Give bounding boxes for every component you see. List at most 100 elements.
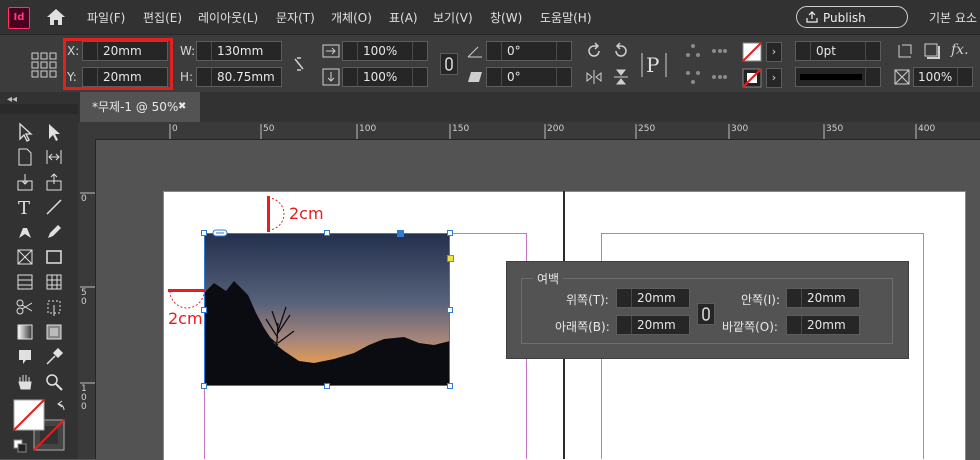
resize-handle[interactable] bbox=[447, 307, 453, 313]
bottom-margin-field[interactable]: 20mm bbox=[616, 315, 690, 335]
chevron-down-icon[interactable] bbox=[412, 42, 427, 60]
gap-tool-icon[interactable] bbox=[44, 147, 64, 167]
stroke-weight-field[interactable]: 0pt bbox=[795, 41, 881, 61]
document-tab[interactable]: *무제-1 @ 50% ✖ bbox=[80, 92, 200, 122]
frame-fitting-icon[interactable] bbox=[896, 42, 914, 60]
resize-handle[interactable] bbox=[324, 383, 330, 389]
type-tool-icon[interactable]: T bbox=[15, 197, 35, 217]
chevron-right-icon[interactable]: › bbox=[766, 42, 782, 62]
scissors-tool-icon[interactable] bbox=[15, 297, 35, 317]
drop-shadow-icon[interactable] bbox=[923, 42, 941, 60]
flip-horizontal-icon[interactable] bbox=[585, 68, 603, 86]
stepper-icon[interactable] bbox=[197, 42, 212, 60]
fill-stroke-swatch-icon[interactable] bbox=[12, 398, 70, 454]
outside-margin-field[interactable]: 20mm bbox=[786, 315, 860, 335]
direct-selection-tool-icon[interactable] bbox=[44, 122, 64, 142]
resize-handle[interactable] bbox=[201, 383, 207, 389]
stepper-icon[interactable] bbox=[617, 289, 632, 307]
rotate-field[interactable]: 0° bbox=[486, 41, 572, 61]
menu-edit[interactable]: 편집(E) bbox=[143, 9, 182, 26]
selection-tool-icon[interactable] bbox=[15, 122, 35, 142]
opacity-field[interactable]: 100% bbox=[913, 67, 973, 87]
chevron-down-icon[interactable] bbox=[412, 68, 427, 86]
scale-y-field[interactable]: 100% bbox=[342, 67, 428, 87]
close-icon[interactable]: ✖ bbox=[178, 92, 186, 122]
menu-table[interactable]: 표(A) bbox=[389, 9, 418, 26]
resize-handle[interactable] bbox=[201, 230, 207, 236]
app-logo[interactable]: Id bbox=[8, 7, 30, 29]
stepper-icon[interactable] bbox=[197, 68, 212, 86]
free-transform-tool-icon[interactable] bbox=[44, 297, 64, 317]
scale-x-field[interactable]: 100% bbox=[342, 41, 428, 61]
stepper-icon[interactable] bbox=[487, 68, 502, 86]
stepper-icon[interactable] bbox=[487, 42, 502, 60]
effects-icon[interactable]: fx. bbox=[951, 42, 969, 58]
select-previous-icon[interactable] bbox=[710, 42, 728, 60]
reference-point-icon[interactable] bbox=[31, 52, 57, 78]
workspace-switcher[interactable]: 기본 요소 bbox=[929, 9, 977, 26]
constrain-proportions-icon[interactable] bbox=[291, 56, 307, 72]
menu-layout[interactable]: 레이아웃(L) bbox=[198, 9, 258, 26]
top-margin-field[interactable]: 20mm bbox=[616, 288, 690, 308]
rotate-cw-icon[interactable] bbox=[585, 42, 603, 60]
chevron-right-icon[interactable]: › bbox=[766, 68, 782, 88]
gradient-feather-tool-icon[interactable] bbox=[44, 322, 64, 342]
rotate-ccw-icon[interactable] bbox=[612, 42, 630, 60]
chevron-down-icon[interactable] bbox=[865, 42, 880, 60]
content-grabber-handle[interactable] bbox=[397, 230, 404, 237]
zoom-tool-icon[interactable] bbox=[44, 372, 64, 392]
stepper-icon[interactable] bbox=[343, 68, 358, 86]
select-content-icon[interactable] bbox=[684, 68, 702, 86]
shear-field[interactable]: 0° bbox=[486, 67, 572, 87]
menu-help[interactable]: 도움말(H) bbox=[540, 9, 592, 26]
ruler-label: 0 bbox=[172, 124, 178, 134]
menu-view[interactable]: 보기(V) bbox=[433, 9, 473, 26]
page-tool-icon[interactable] bbox=[15, 147, 35, 167]
rectangle-tool-icon[interactable] bbox=[44, 247, 64, 267]
stepper-icon[interactable] bbox=[617, 316, 632, 334]
image-frame-selection[interactable] bbox=[204, 233, 450, 386]
menu-type[interactable]: 문자(T) bbox=[276, 9, 315, 26]
hand-tool-icon[interactable] bbox=[15, 372, 35, 392]
vertical-ruler[interactable]: 0 50 100 bbox=[78, 139, 96, 459]
content-collector-icon[interactable] bbox=[15, 172, 35, 192]
rectangle-frame-tool-icon[interactable] bbox=[15, 247, 35, 267]
chevron-down-icon[interactable] bbox=[556, 42, 571, 60]
height-field[interactable]: 80.75mm bbox=[196, 67, 282, 87]
horizontal-grid-tool-icon[interactable] bbox=[15, 272, 35, 292]
chevron-down-icon[interactable] bbox=[865, 68, 880, 86]
stepper-icon[interactable] bbox=[796, 42, 811, 60]
resize-handle[interactable] bbox=[447, 230, 453, 236]
resize-handle[interactable] bbox=[447, 383, 453, 389]
select-next-icon[interactable] bbox=[710, 68, 728, 86]
select-container-icon[interactable] bbox=[684, 42, 702, 60]
pen-tool-icon[interactable] bbox=[15, 222, 35, 242]
stepper-icon[interactable] bbox=[787, 316, 802, 334]
link-margins-button[interactable] bbox=[697, 303, 715, 325]
width-field[interactable]: 130mm bbox=[196, 41, 282, 61]
fill-swatch-icon[interactable] bbox=[742, 42, 762, 62]
stepper-icon[interactable] bbox=[787, 289, 802, 307]
home-icon[interactable] bbox=[46, 8, 66, 26]
stroke-swatch-icon[interactable] bbox=[742, 68, 762, 88]
content-placer-icon[interactable] bbox=[44, 172, 64, 192]
pencil-tool-icon[interactable] bbox=[44, 222, 64, 242]
horizontal-ruler[interactable]: 0 50 100 150 200 250 300 350 400 bbox=[78, 122, 980, 140]
live-corner-handle[interactable] bbox=[447, 255, 454, 262]
resize-handle[interactable] bbox=[324, 230, 330, 236]
eyedropper-tool-icon[interactable] bbox=[44, 347, 64, 367]
menu-window[interactable]: 창(W) bbox=[490, 9, 522, 26]
line-tool-icon[interactable] bbox=[44, 197, 64, 217]
menu-object[interactable]: 개체(O) bbox=[331, 9, 372, 26]
note-tool-icon[interactable] bbox=[15, 347, 35, 367]
flip-vertical-icon[interactable] bbox=[612, 68, 630, 86]
vertical-grid-tool-icon[interactable] bbox=[44, 272, 64, 292]
stroke-type-select[interactable] bbox=[795, 67, 881, 87]
menu-file[interactable]: 파일(F) bbox=[87, 9, 125, 26]
stepper-icon[interactable] bbox=[343, 42, 358, 60]
chevron-down-icon[interactable] bbox=[556, 68, 571, 86]
chevron-right-icon[interactable] bbox=[957, 68, 972, 86]
gradient-swatch-tool-icon[interactable] bbox=[15, 322, 35, 342]
inside-margin-field[interactable]: 20mm bbox=[786, 288, 860, 308]
link-scale-button[interactable] bbox=[440, 53, 458, 75]
